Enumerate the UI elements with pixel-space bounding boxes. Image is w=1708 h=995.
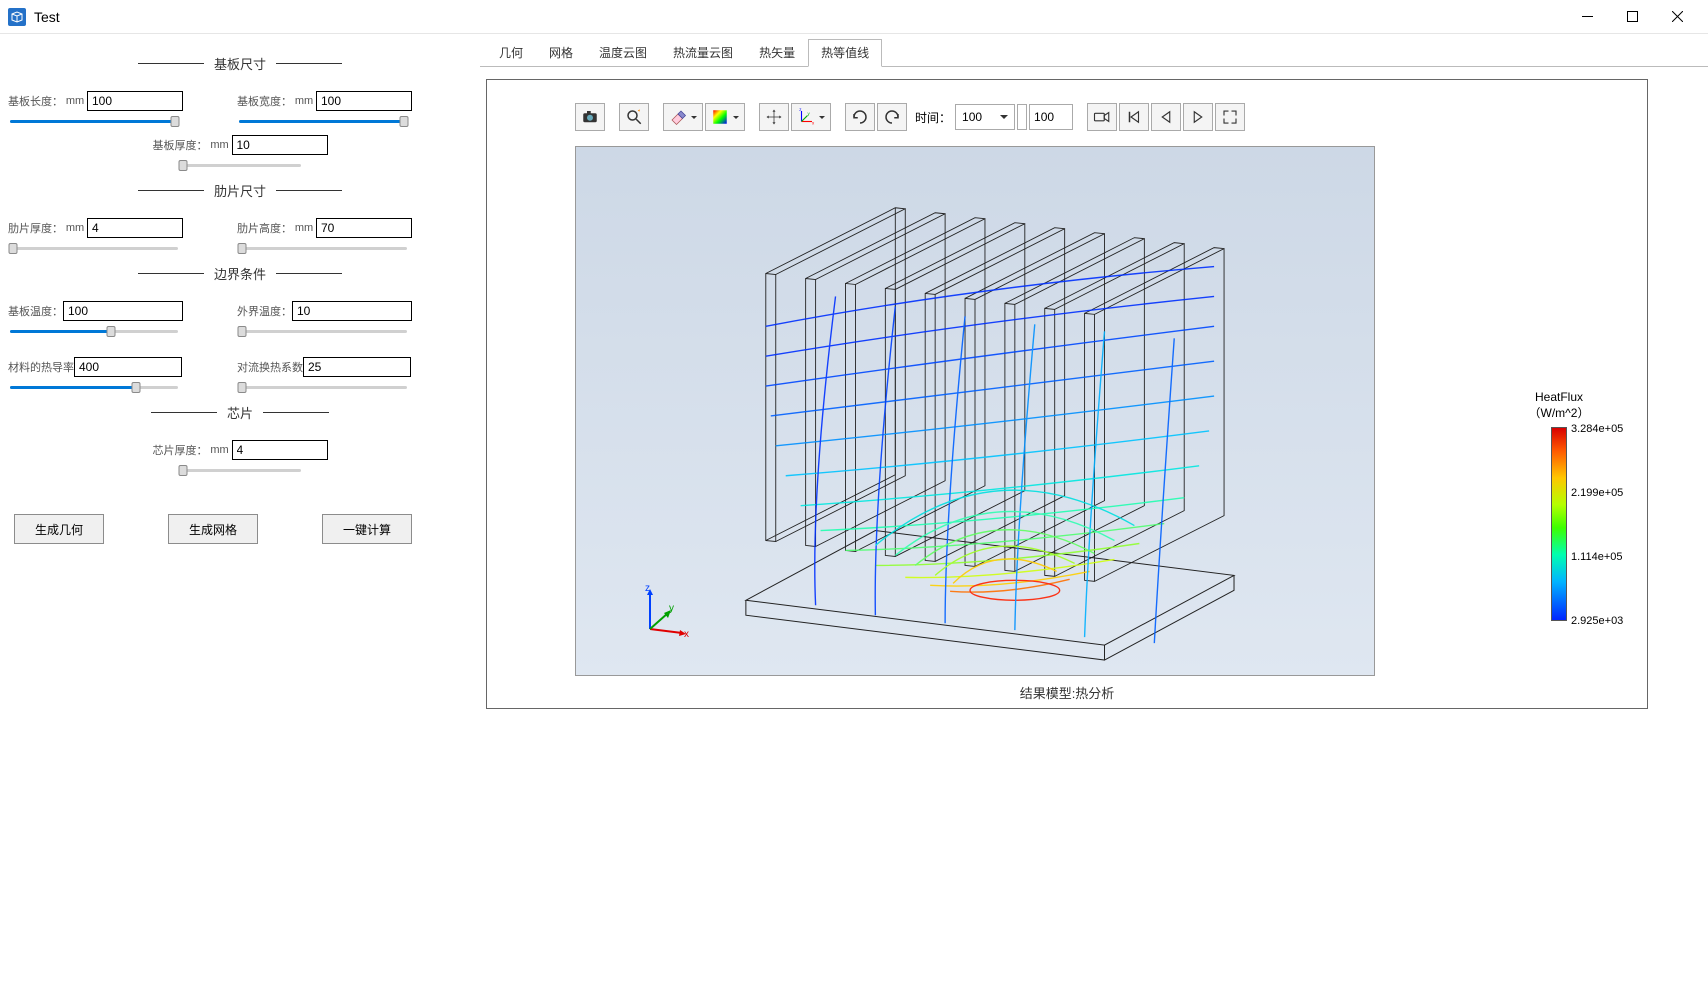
isosurface-render xyxy=(576,147,1374,675)
camera-icon[interactable] xyxy=(575,103,605,131)
color-legend: HeatFlux （W/m^2） 3.284e+05 2.199e+05 1.1… xyxy=(1511,390,1607,621)
svg-text:y: y xyxy=(669,603,674,614)
tab-geometry[interactable]: 几何 xyxy=(486,39,536,67)
section-heading-base: 基板尺寸 xyxy=(8,54,472,73)
section-heading-fin: 肋片尺寸 xyxy=(8,181,472,200)
slider-base-width[interactable] xyxy=(239,115,407,129)
minimize-button[interactable] xyxy=(1565,2,1610,32)
app-icon xyxy=(8,8,26,26)
field-convection: 对流换热系数 xyxy=(237,357,442,395)
slider-chip-thick[interactable] xyxy=(181,464,301,478)
svg-text:x: x xyxy=(812,121,815,126)
generate-geometry-button[interactable]: 生成几何 xyxy=(14,514,104,544)
parameter-panel: 基板尺寸 基板长度： mm 基板宽度： mm xyxy=(0,34,480,995)
field-base-temp: 基板温度： xyxy=(8,301,213,339)
slider-convection[interactable] xyxy=(239,381,407,395)
legend-bar xyxy=(1551,427,1567,621)
input-fin-thick[interactable] xyxy=(87,218,183,238)
tab-heatflux-contour[interactable]: 热流量云图 xyxy=(660,39,746,67)
axis-dropdown-icon[interactable]: zxy xyxy=(791,103,831,131)
time-select[interactable]: 100 xyxy=(955,104,1015,130)
field-fin-thick: 肋片厚度： mm xyxy=(8,218,213,256)
result-model-label: 结果模型:热分析 xyxy=(1020,683,1115,702)
slider-amb-temp[interactable] xyxy=(239,325,407,339)
tab-bar: 几何 网格 温度云图 热流量云图 热矢量 热等值线 xyxy=(480,38,1708,67)
time-label: 时间： xyxy=(915,109,951,126)
play-icon[interactable] xyxy=(1183,103,1213,131)
field-base-thick: 基板厚度： mm xyxy=(153,135,328,173)
field-base-length: 基板长度： mm xyxy=(8,91,213,129)
tab-heat-vector[interactable]: 热矢量 xyxy=(746,39,808,67)
field-fin-height: 肋片高度： mm xyxy=(237,218,442,256)
colormap-dropdown-icon[interactable] xyxy=(705,103,745,131)
generate-mesh-button[interactable]: 生成网格 xyxy=(168,514,258,544)
viewer-frame: zxy 时间： 100 100 xyxy=(486,79,1648,709)
slider-fin-height[interactable] xyxy=(239,242,407,256)
window-title: Test xyxy=(34,9,60,25)
section-heading-chip: 芯片 xyxy=(8,403,472,422)
close-button[interactable] xyxy=(1655,2,1700,32)
video-icon[interactable] xyxy=(1087,103,1117,131)
input-base-thick[interactable] xyxy=(232,135,328,155)
expand-icon[interactable] xyxy=(1215,103,1245,131)
input-fin-height[interactable] xyxy=(316,218,412,238)
input-chip-thick[interactable] xyxy=(232,440,328,460)
field-base-width: 基板宽度： mm xyxy=(237,91,442,129)
time-spin[interactable]: 100 xyxy=(1029,104,1073,130)
field-amb-temp: 外界温度： xyxy=(237,301,442,339)
input-convection[interactable] xyxy=(303,357,411,377)
input-conductivity[interactable] xyxy=(74,357,182,377)
first-frame-icon[interactable] xyxy=(1119,103,1149,131)
viewer-panel: 几何 网格 温度云图 热流量云图 热矢量 热等值线 zxy 时间： xyxy=(480,34,1708,995)
slider-conductivity[interactable] xyxy=(10,381,178,395)
axis-triad-icon: z x y xyxy=(636,583,692,639)
zoom-icon[interactable] xyxy=(619,103,649,131)
section-heading-bc: 边界条件 xyxy=(8,264,472,283)
svg-text:z: z xyxy=(645,583,650,594)
pan-icon[interactable] xyxy=(759,103,789,131)
svg-text:x: x xyxy=(684,629,689,639)
field-chip-thick: 芯片厚度： mm xyxy=(153,440,328,478)
input-amb-temp[interactable] xyxy=(292,301,412,321)
erase-dropdown-icon[interactable] xyxy=(663,103,703,131)
rotate-ccw-icon[interactable] xyxy=(877,103,907,131)
slider-base-temp[interactable] xyxy=(10,325,178,339)
prev-frame-icon[interactable] xyxy=(1151,103,1181,131)
tab-mesh[interactable]: 网格 xyxy=(536,39,586,67)
input-base-length[interactable] xyxy=(87,91,183,111)
slider-base-thick[interactable] xyxy=(181,159,301,173)
maximize-button[interactable] xyxy=(1610,2,1655,32)
slider-fin-thick[interactable] xyxy=(10,242,178,256)
time-progress[interactable] xyxy=(1017,104,1027,130)
svg-text:y: y xyxy=(808,111,811,116)
title-bar: Test xyxy=(0,0,1708,34)
one-click-compute-button[interactable]: 一键计算 xyxy=(322,514,412,544)
3d-viewport[interactable]: z x y xyxy=(575,146,1375,676)
tab-isotherm[interactable]: 热等值线 xyxy=(808,39,882,67)
field-conductivity: 材料的热导率 xyxy=(8,357,213,395)
viewer-toolbar: zxy 时间： 100 100 xyxy=(575,102,1641,132)
rotate-cw-icon[interactable] xyxy=(845,103,875,131)
slider-base-length[interactable] xyxy=(10,115,178,129)
input-base-temp[interactable] xyxy=(63,301,183,321)
tab-temp-contour[interactable]: 温度云图 xyxy=(586,39,660,67)
input-base-width[interactable] xyxy=(316,91,412,111)
